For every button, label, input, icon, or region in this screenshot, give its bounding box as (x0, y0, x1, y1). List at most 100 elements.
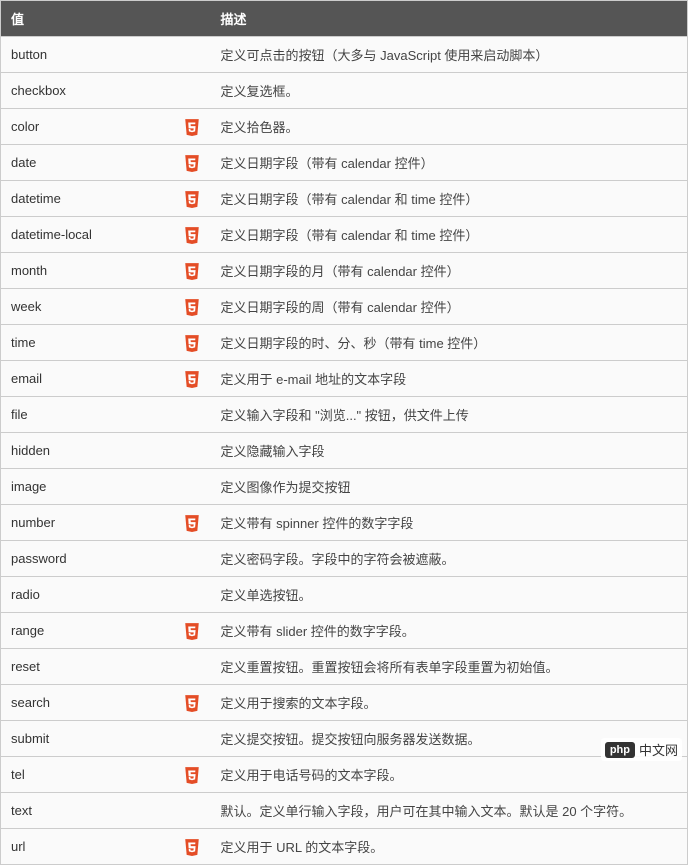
table-row: datetime-local 定义日期字段（带有 calendar 和 time … (1, 217, 688, 253)
html5-icon (183, 334, 201, 352)
description-cell: 定义日期字段（带有 calendar 和 time 控件） (211, 217, 688, 253)
value-cell: search (1, 685, 211, 721)
description-cell: 定义带有 spinner 控件的数字字段 (211, 505, 688, 541)
description-cell: 定义日期字段（带有 calendar 控件） (211, 145, 688, 181)
value-text: checkbox (11, 83, 66, 98)
description-cell: 定义输入字段和 "浏览..." 按钮，供文件上传 (211, 397, 688, 433)
value-text: datetime-local (11, 227, 92, 242)
value-text: number (11, 515, 55, 530)
value-cell: color (1, 109, 211, 145)
value-text: range (11, 623, 44, 638)
value-text: time (11, 335, 36, 350)
value-text: text (11, 803, 32, 818)
description-cell: 定义图像作为提交按钮 (211, 469, 688, 505)
value-cell: password (1, 541, 211, 577)
description-cell: 定义隐藏输入字段 (211, 433, 688, 469)
html5-icon (183, 370, 201, 388)
value-text: color (11, 119, 39, 134)
description-cell: 定义用于 URL 的文本字段。 (211, 829, 688, 865)
table-row: time 定义日期字段的时、分、秒（带有 time 控件） (1, 325, 688, 361)
value-cell: datetime-local (1, 217, 211, 253)
html5-icon (183, 622, 201, 640)
table-row: color 定义拾色器。 (1, 109, 688, 145)
html5-icon (183, 514, 201, 532)
table-row: email 定义用于 e-mail 地址的文本字段 (1, 361, 688, 397)
description-cell: 默认。定义单行输入字段，用户可在其中输入文本。默认是 20 个字符。 (211, 793, 688, 829)
description-cell: 定义用于 e-mail 地址的文本字段 (211, 361, 688, 397)
html5-icon (183, 298, 201, 316)
value-text: button (11, 47, 47, 62)
value-text: image (11, 479, 46, 494)
html5-icon (183, 766, 201, 784)
description-cell: 定义用于电话号码的文本字段。 (211, 757, 688, 793)
watermark-text: 中文网 (639, 740, 678, 759)
input-type-table: 值 描述 button 定义可点击的按钮（大多与 JavaScript 使用来启动… (0, 0, 688, 865)
value-cell: file (1, 397, 211, 433)
table-row: text 默认。定义单行输入字段，用户可在其中输入文本。默认是 20 个字符。 (1, 793, 688, 829)
value-cell: tel (1, 757, 211, 793)
value-cell: datetime (1, 181, 211, 217)
value-text: week (11, 299, 41, 314)
description-cell: 定义日期字段的时、分、秒（带有 time 控件） (211, 325, 688, 361)
value-cell: checkbox (1, 73, 211, 109)
value-text: datetime (11, 191, 61, 206)
html5-icon (183, 190, 201, 208)
description-cell: 定义日期字段的月（带有 calendar 控件） (211, 253, 688, 289)
value-text: search (11, 695, 50, 710)
description-cell: 定义单选按钮。 (211, 577, 688, 613)
table-row: submit定义提交按钮。提交按钮向服务器发送数据。 (1, 721, 688, 757)
table-row: week 定义日期字段的周（带有 calendar 控件） (1, 289, 688, 325)
description-cell: 定义拾色器。 (211, 109, 688, 145)
description-cell: 定义用于搜索的文本字段。 (211, 685, 688, 721)
value-text: date (11, 155, 36, 170)
value-cell: number (1, 505, 211, 541)
header-value: 值 (1, 1, 211, 37)
watermark: php 中文网 (601, 738, 682, 761)
value-cell: month (1, 253, 211, 289)
value-text: hidden (11, 443, 50, 458)
table-row: radio 定义单选按钮。 (1, 577, 688, 613)
value-cell: date (1, 145, 211, 181)
value-text: email (11, 371, 42, 386)
description-cell: 定义复选框。 (211, 73, 688, 109)
value-text: reset (11, 659, 40, 674)
watermark-badge: php (605, 742, 635, 758)
table-row: number 定义带有 spinner 控件的数字字段 (1, 505, 688, 541)
value-text: file (11, 407, 28, 422)
value-cell: button (1, 37, 211, 73)
value-cell: submit (1, 721, 211, 757)
value-cell: url (1, 829, 211, 865)
table-row: hidden 定义隐藏输入字段 (1, 433, 688, 469)
description-cell: 定义重置按钮。重置按钮会将所有表单字段重置为初始值。 (211, 649, 688, 685)
header-description: 描述 (211, 1, 688, 37)
html5-icon (183, 694, 201, 712)
value-text: radio (11, 587, 40, 602)
description-cell: 定义密码字段。字段中的字符会被遮蔽。 (211, 541, 688, 577)
value-text: tel (11, 767, 25, 782)
html5-icon (183, 118, 201, 136)
table-row: date 定义日期字段（带有 calendar 控件） (1, 145, 688, 181)
table-row: file 定义输入字段和 "浏览..." 按钮，供文件上传 (1, 397, 688, 433)
value-cell: text (1, 793, 211, 829)
table-row: reset 定义重置按钮。重置按钮会将所有表单字段重置为初始值。 (1, 649, 688, 685)
html5-icon (183, 154, 201, 172)
table-row: checkbox 定义复选框。 (1, 73, 688, 109)
value-text: password (11, 551, 67, 566)
value-cell: week (1, 289, 211, 325)
value-cell: email (1, 361, 211, 397)
value-cell: hidden (1, 433, 211, 469)
description-cell: 定义日期字段的周（带有 calendar 控件） (211, 289, 688, 325)
table-row: datetime 定义日期字段（带有 calendar 和 time 控件） (1, 181, 688, 217)
html5-icon (183, 226, 201, 244)
value-text: month (11, 263, 47, 278)
value-cell: radio (1, 577, 211, 613)
table-row: password 定义密码字段。字段中的字符会被遮蔽。 (1, 541, 688, 577)
table-row: tel 定义用于电话号码的文本字段。 (1, 757, 688, 793)
value-text: url (11, 839, 25, 854)
table-row: search 定义用于搜索的文本字段。 (1, 685, 688, 721)
value-cell: reset (1, 649, 211, 685)
table-header-row: 值 描述 (1, 1, 688, 37)
description-cell: 定义日期字段（带有 calendar 和 time 控件） (211, 181, 688, 217)
description-cell: 定义可点击的按钮（大多与 JavaScript 使用来启动脚本） (211, 37, 688, 73)
html5-icon (183, 838, 201, 856)
